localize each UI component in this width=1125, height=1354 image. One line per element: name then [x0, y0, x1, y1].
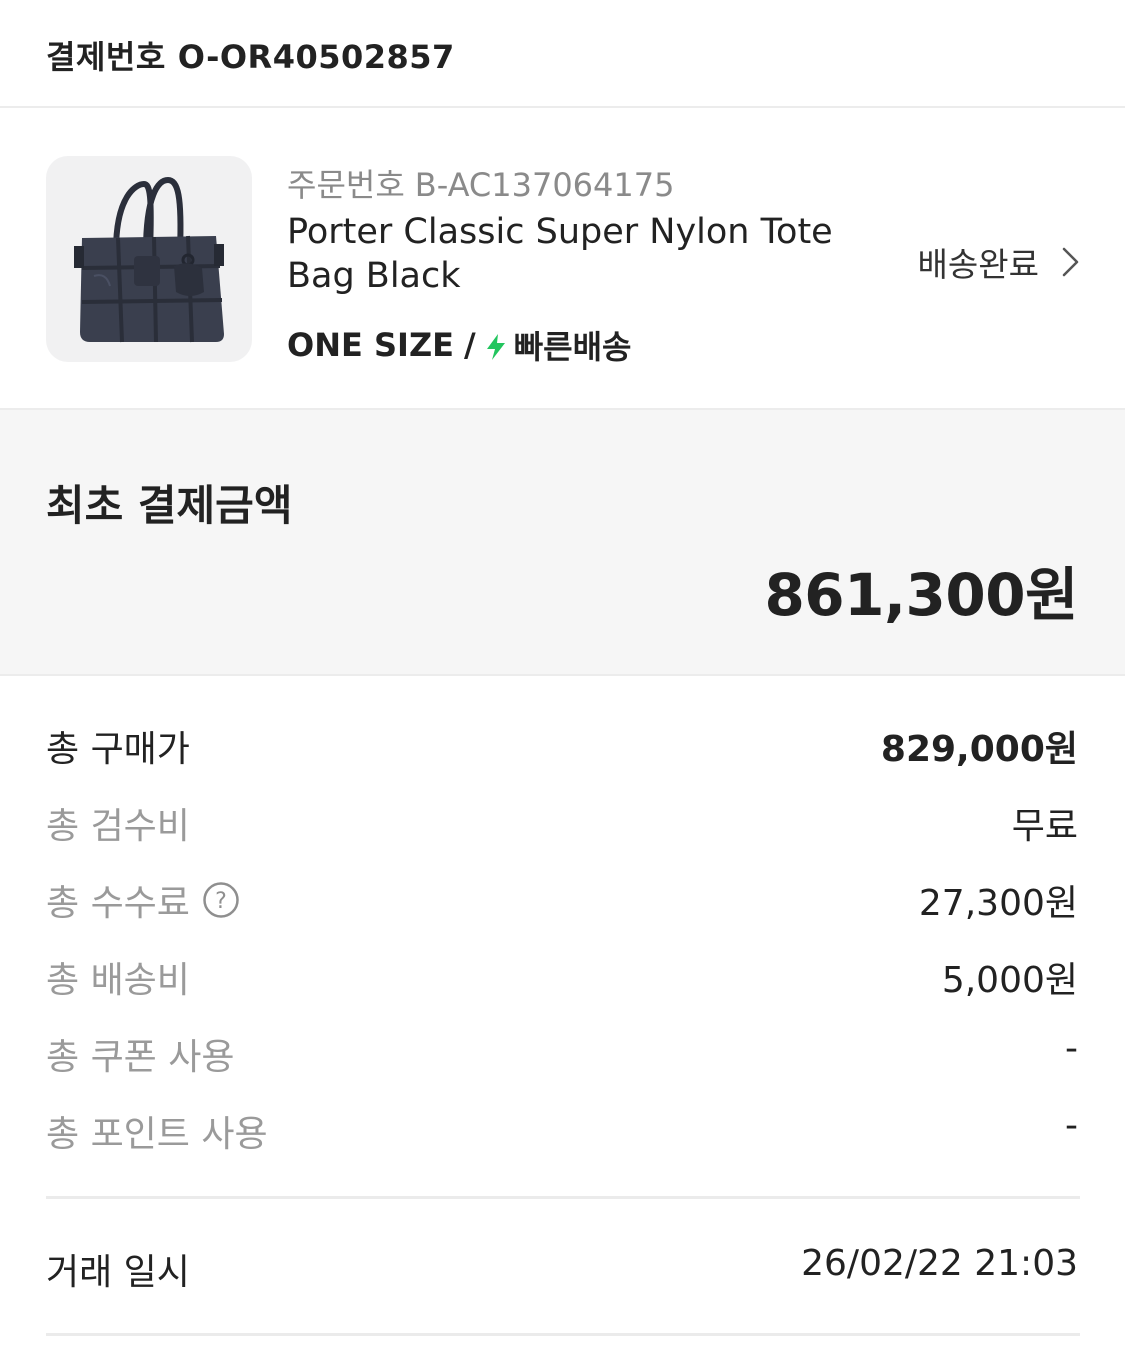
payment-number-header: 결제번호 O-OR40502857	[0, 0, 1125, 108]
inspection-fee-value: 무료	[1011, 806, 1078, 847]
points-value: -	[1065, 1105, 1078, 1146]
payment-number-label: 결제번호	[46, 38, 166, 76]
initial-payment-amount: 861,300원	[764, 561, 1078, 629]
inspection-fee-row: 총 검수비 무료	[46, 797, 1078, 847]
coupon-value: -	[1065, 1028, 1078, 1069]
commission-label-group: 총 수수료 ?	[46, 874, 240, 926]
svg-text:?: ?	[215, 889, 227, 914]
lightning-bolt-icon	[484, 331, 508, 360]
transaction-datetime-row: 거래 일시 26/02/22 21:03	[46, 1243, 1078, 1293]
payment-number-value: O-OR40502857	[177, 38, 455, 76]
total-purchase-value: 829,000원	[880, 729, 1078, 770]
shipping-fee-row: 총 배송비 5,000원	[46, 951, 1078, 1001]
payment-number: 결제번호 O-OR40502857	[46, 32, 455, 78]
product-name[interactable]: Porter Classic Super Nylon Tote Bag Blac…	[287, 210, 867, 298]
shipping-fee-value: 5,000원	[941, 960, 1078, 1001]
initial-payment-section: 최초 결제금액 861,300원	[0, 410, 1125, 676]
initial-payment-label: 최초 결제금액	[46, 481, 293, 530]
product-option: ONE SIZE / 빠른배송	[287, 322, 631, 368]
size-label: ONE SIZE	[287, 326, 454, 364]
total-purchase-label: 총 구매가	[46, 729, 190, 770]
tote-bag-image	[46, 156, 252, 362]
delivery-status-link[interactable]: 배송완료	[918, 238, 1081, 286]
commission-row: 총 수수료 ? 27,300원	[46, 874, 1078, 924]
divider	[46, 1333, 1080, 1336]
points-row: 총 포인트 사용 -	[46, 1105, 1078, 1155]
commission-value: 27,300원	[918, 883, 1078, 924]
divider	[46, 1196, 1080, 1199]
order-number: 주문번호 B-AC137064175	[287, 160, 674, 206]
transaction-datetime-label: 거래 일시	[46, 1252, 190, 1293]
inspection-fee-label: 총 검수비	[46, 806, 190, 847]
transaction-datetime-value: 26/02/22 21:03	[801, 1243, 1078, 1284]
fast-shipping-label: 빠른배송	[513, 328, 632, 366]
order-item-row[interactable]: 주문번호 B-AC137064175 Porter Classic Super N…	[0, 108, 1125, 410]
commission-label: 총 수수료	[46, 883, 190, 924]
option-separator: /	[464, 326, 476, 364]
coupon-row: 총 쿠폰 사용 -	[46, 1028, 1078, 1078]
delivery-status: 배송완료	[917, 245, 1039, 284]
total-purchase-row: 총 구매가 829,000원	[46, 720, 1078, 770]
coupon-label: 총 쿠폰 사용	[46, 1037, 235, 1078]
chevron-right-icon	[1061, 246, 1081, 278]
shipping-fee-label: 총 배송비	[46, 960, 190, 1001]
order-number-label: 주문번호	[287, 166, 405, 204]
order-number-value: B-AC137064175	[414, 166, 675, 204]
question-circle-icon[interactable]: ?	[202, 881, 240, 919]
points-label: 총 포인트 사용	[46, 1114, 268, 1155]
